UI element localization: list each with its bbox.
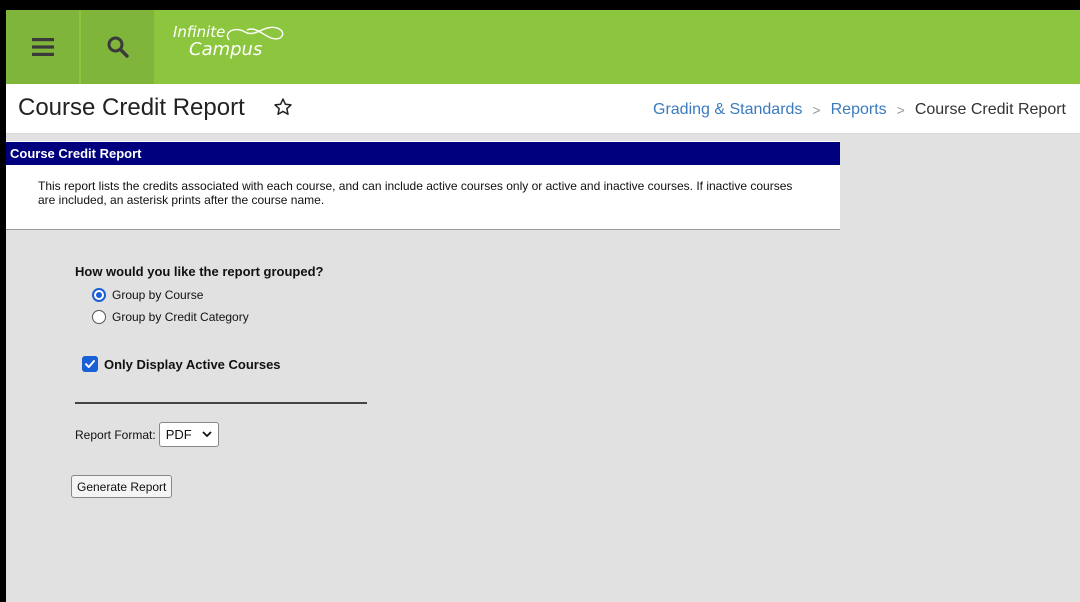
report-format-value: PDF <box>165 427 192 442</box>
search-icon <box>107 36 129 58</box>
group-question-label: How would you like the report grouped? <box>75 264 324 279</box>
report-description: This report lists the credits associated… <box>6 165 840 230</box>
star-outline-icon[interactable] <box>273 97 293 117</box>
checkmark-icon <box>85 360 95 368</box>
menu-button[interactable] <box>6 10 79 84</box>
radio-label: Group by Credit Category <box>112 310 249 324</box>
breadcrumb-grading-standards[interactable]: Grading & Standards <box>653 101 802 119</box>
report-format-label: Report Format: <box>75 427 156 442</box>
radio-button[interactable] <box>92 310 106 324</box>
radio-button-selected[interactable] <box>92 288 106 302</box>
breadcrumb-current: Course Credit Report <box>914 101 1066 118</box>
page-title: Course Credit Report <box>18 94 245 121</box>
infinite-campus-logo[interactable]: Infinite Campus <box>173 24 284 60</box>
radio-group-by-course[interactable]: Group by Course <box>92 288 203 302</box>
report-format-row: Report Format: PDF <box>75 422 219 447</box>
top-header: Infinite Campus <box>6 10 1080 84</box>
section-divider <box>75 402 367 404</box>
search-button[interactable] <box>81 10 154 84</box>
breadcrumb: Grading & Standards > Reports > Course C… <box>653 101 1066 119</box>
generate-report-button[interactable]: Generate Report <box>71 475 173 498</box>
active-courses-checkbox[interactable] <box>82 356 98 372</box>
active-courses-checkbox-row[interactable]: Only Display Active Courses <box>82 356 281 372</box>
chevron-down-icon <box>202 431 212 438</box>
radio-group-by-credit-category[interactable]: Group by Credit Category <box>92 310 249 324</box>
chevron-right-icon: > <box>896 102 905 118</box>
chevron-right-icon: > <box>812 102 821 118</box>
hamburger-menu-icon <box>31 38 54 56</box>
report-format-select[interactable]: PDF <box>158 422 219 447</box>
logo-swirl-icon <box>226 26 284 41</box>
radio-label: Group by Course <box>112 288 204 302</box>
report-panel-heading: Course Credit Report <box>6 141 840 165</box>
breadcrumb-reports[interactable]: Reports <box>831 101 887 119</box>
report-options-form: How would you like the report grouped? G… <box>6 230 840 602</box>
page-title-bar: Course Credit Report Grading & Standards… <box>6 84 1080 134</box>
checkbox-label: Only Display Active Courses <box>104 356 281 372</box>
app-window: Infinite Campus Course Credit Report Gra… <box>6 10 1080 602</box>
